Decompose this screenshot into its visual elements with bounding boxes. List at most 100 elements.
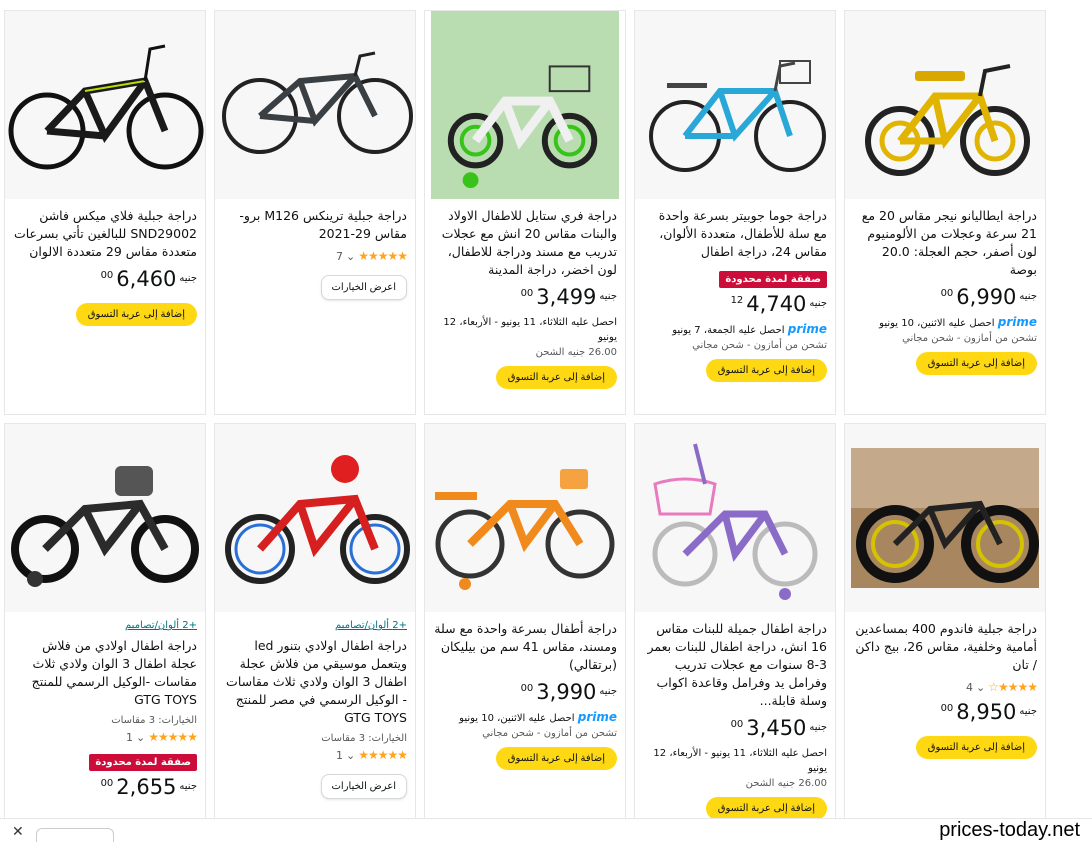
price-whole: 6,990 (956, 285, 1017, 309)
watermark: prices-today.net (935, 819, 1084, 842)
delivery-date: احصل عليه الثلاثاء، 11 يونيو - الأربعاء،… (653, 748, 827, 774)
add-to-cart-button[interactable]: إضافة إلى عربة التسوق (495, 366, 617, 389)
product-card[interactable]: دراجة فري ستايل للاطفال الاولاد والبنات … (424, 10, 626, 415)
see-options-button[interactable]: اعرض الخيارات (320, 275, 407, 300)
product-card[interactable]: دراجة جوما جوبيتر بسرعة واحدة مع سلة للأ… (634, 10, 836, 415)
colors-designs-link[interactable]: +2 ألوان/تصاميم (13, 620, 197, 631)
bicycle-image (8, 44, 204, 170)
product-title[interactable]: دراجة اطفال اولادي من فلاش عجلة اطفال 3 … (13, 637, 197, 709)
product-image[interactable] (431, 11, 619, 199)
price-fraction: 00 (100, 270, 114, 281)
delivery-date: احصل عليه الاثنين، 10 يونيو (459, 713, 575, 724)
currency-label: جنيه (1019, 706, 1037, 717)
shipping-info: تشحن من أمازون - شحن مجاني (482, 728, 617, 739)
product-image[interactable] (215, 11, 415, 199)
price-fraction: 00 (520, 288, 534, 299)
product-rating[interactable]: ★★★★★ ⌄ 1 (223, 748, 408, 762)
add-to-cart-button[interactable]: إضافة إلى عربة التسوق (915, 352, 1037, 375)
currency-label: جنيه (1019, 291, 1037, 302)
prime-delivery: prime احصل عليه الاثنين، 10 يونيو (853, 315, 1037, 331)
product-price: جنيه 3,450 00 (643, 716, 827, 740)
product-image[interactable] (215, 424, 415, 612)
currency-label: جنيه (179, 273, 197, 284)
product-card[interactable]: +2 ألوان/تصاميم دراجة اطفال اولادي من فل… (4, 423, 206, 828)
bicycle-image (435, 469, 615, 590)
product-image[interactable] (845, 424, 1045, 612)
limited-deal-badge: صفقة لمدة محدودة (719, 271, 827, 288)
product-price: جنيه 3,990 00 (433, 680, 617, 704)
star-rating-icon: ★★★★★ (358, 748, 408, 762)
see-options-button[interactable]: اعرض الخيارات (320, 774, 407, 799)
product-title[interactable]: دراجة جبلية فاندوم 400 بمساعدين أمامية و… (853, 620, 1037, 674)
bottom-bar: ✕ (0, 818, 1092, 842)
product-title[interactable]: دراجة فري ستايل للاطفال الاولاد والبنات … (433, 207, 617, 279)
product-title[interactable]: دراجة جبلية فلاي ميكس فاشن SND29002 للبا… (13, 207, 197, 261)
bicycle-image (222, 51, 413, 154)
product-rating[interactable]: ★★★★☆ ⌄ 4 (853, 680, 1038, 694)
add-to-cart-button[interactable]: إضافة إلى عربة التسوق (705, 797, 827, 820)
product-rating[interactable]: ★★★★★ ⌄ 7 (223, 249, 408, 263)
close-icon[interactable]: ✕ (12, 824, 24, 840)
shipping-info: تشحن من أمازون - شحن مجاني (902, 333, 1037, 344)
product-title[interactable]: دراجة أطفال بسرعة واحدة مع سلة ومسند، مق… (433, 620, 617, 674)
footer-tab[interactable] (36, 828, 114, 842)
product-card[interactable]: دراجة جبلية فاندوم 400 بمساعدين أمامية و… (844, 423, 1046, 828)
add-to-cart-button[interactable]: إضافة إلى عربة التسوق (75, 303, 197, 326)
product-price: جنيه 8,950 00 (853, 700, 1037, 724)
add-to-cart-button[interactable]: إضافة إلى عربة التسوق (495, 747, 617, 770)
product-price: جنيه 3,499 00 (433, 285, 617, 309)
product-image[interactable] (635, 424, 835, 612)
rating-count: 7 (335, 249, 343, 263)
limited-deal-badge: صفقة لمدة محدودة (89, 754, 197, 771)
product-title[interactable]: دراجة جوما جوبيتر بسرعة واحدة مع سلة للأ… (643, 207, 827, 261)
product-image[interactable] (425, 424, 625, 612)
currency-label: جنيه (809, 298, 827, 309)
product-title[interactable]: دراجة جبلية ترينكس M126 برو-مقاس 29-2021 (223, 207, 407, 243)
product-image[interactable] (5, 11, 205, 199)
add-to-cart-button[interactable]: إضافة إلى عربة التسوق (705, 359, 827, 382)
prime-logo-icon: prime (787, 322, 827, 336)
currency-label: جنيه (599, 686, 617, 697)
star-rating-icon: ★★★★★ (358, 249, 408, 263)
star-rating-icon: ★★★★★ (148, 730, 198, 744)
product-card[interactable]: دراجة اطفال جميلة للبنات مقاس 16 انش، در… (634, 423, 836, 828)
bicycle-image (652, 443, 818, 600)
product-image[interactable] (5, 424, 205, 612)
shipping-fee: 26.00 جنيه الشحن (535, 347, 617, 358)
product-card[interactable]: دراجة ايطاليانو نيجر مقاس 20 مع 21 سرعة … (844, 10, 1046, 415)
chevron-down-icon: ⌄ (135, 730, 146, 744)
currency-label: جنيه (809, 722, 827, 733)
colors-designs-link[interactable]: +2 ألوان/تصاميم (223, 620, 407, 631)
product-title[interactable]: دراجة اطفال اولادي بتنور led ويتعمل موسي… (223, 637, 407, 727)
star-rating-icon: ★★★★☆ (988, 680, 1038, 694)
price-whole: 3,499 (536, 285, 597, 309)
product-image[interactable] (635, 11, 835, 199)
delivery-date: احصل عليه الاثنين، 10 يونيو (879, 318, 995, 329)
add-to-cart-button[interactable]: إضافة إلى عربة التسوق (915, 736, 1037, 759)
price-fraction: 00 (520, 683, 534, 694)
currency-label: جنيه (599, 291, 617, 302)
delivery-date: احصل عليه الجمعة، 7 يونيو (672, 325, 785, 336)
product-image[interactable] (845, 11, 1045, 199)
price-whole: 8,950 (956, 700, 1017, 724)
price-fraction: 00 (940, 288, 954, 299)
price-whole: 3,990 (536, 680, 597, 704)
product-grid: دراجة ايطاليانو نيجر مقاس 20 مع 21 سرعة … (4, 10, 1046, 828)
product-card[interactable]: دراجة جبلية فلاي ميكس فاشن SND29002 للبا… (4, 10, 206, 415)
product-title[interactable]: دراجة ايطاليانو نيجر مقاس 20 مع 21 سرعة … (853, 207, 1037, 279)
product-rating[interactable]: ★★★★★ ⌄ 1 (13, 730, 198, 744)
product-card[interactable]: دراجة أطفال بسرعة واحدة مع سلة ومسند، مق… (424, 423, 626, 828)
price-whole: 6,460 (116, 267, 177, 291)
bicycle-image (11, 466, 199, 587)
product-title[interactable]: دراجة اطفال جميلة للبنات مقاس 16 انش، در… (643, 620, 827, 710)
product-card[interactable]: +2 ألوان/تصاميم دراجة اطفال اولادي بتنور… (214, 423, 416, 828)
currency-label: جنيه (179, 781, 197, 792)
price-fraction: 12 (730, 295, 744, 306)
shipping-info: تشحن من أمازون - شحن مجاني (692, 340, 827, 351)
options-count: الخيارات: 3 مقاسات (321, 733, 407, 744)
product-card[interactable]: دراجة جبلية ترينكس M126 برو-مقاس 29-2021… (214, 10, 416, 415)
delivery-date: احصل عليه الثلاثاء، 11 يونيو - الأربعاء،… (443, 317, 617, 343)
chevron-down-icon: ⌄ (345, 748, 356, 762)
chevron-down-icon: ⌄ (345, 249, 356, 263)
rating-count: 1 (125, 730, 133, 744)
